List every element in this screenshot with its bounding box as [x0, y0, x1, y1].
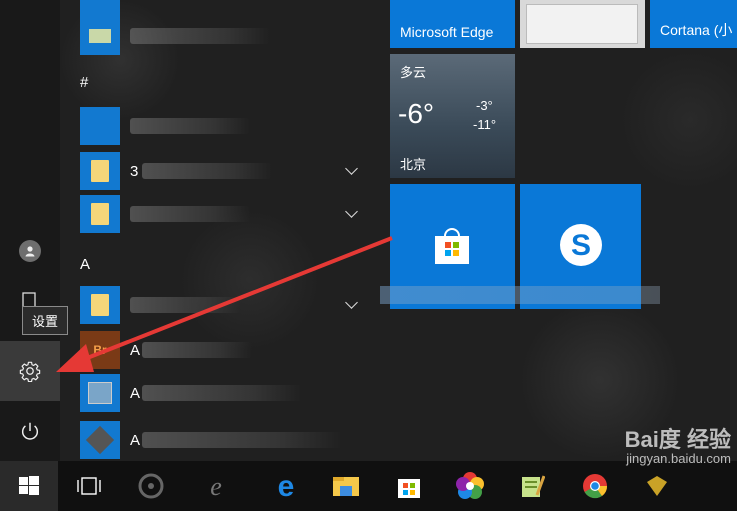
ie-icon: e — [210, 473, 222, 499]
fan-app-icon — [138, 473, 164, 499]
annotation-arrow — [56, 236, 393, 372]
fan-app-button[interactable] — [122, 461, 180, 511]
chrome-icon — [583, 474, 608, 499]
ie-button[interactable]: e — [187, 461, 245, 511]
windows-start-icon — [19, 476, 39, 495]
notepad-plus-button[interactable] — [503, 461, 561, 511]
file-explorer-button[interactable] — [317, 461, 375, 511]
store-icon — [398, 479, 420, 498]
chrome-button[interactable] — [566, 461, 624, 511]
task-view-button[interactable] — [60, 461, 118, 511]
watermark-logo-text: Bai度 经验 — [624, 427, 731, 452]
watermark-url: jingyan.baidu.com — [626, 451, 731, 467]
baidu-jingyan-watermark: Bai度 经验 jingyan.baidu.com — [624, 427, 731, 467]
picasa-icon — [456, 472, 484, 499]
svg-text:e: e — [278, 472, 295, 500]
store-button[interactable] — [380, 461, 438, 511]
file-explorer-icon — [333, 477, 359, 496]
misc-app-button[interactable] — [628, 461, 686, 511]
svg-text:e: e — [210, 473, 222, 499]
picasa-button[interactable] — [441, 461, 499, 511]
taskbar: e e — [0, 461, 737, 511]
misc-app-icon — [647, 476, 667, 496]
edge-icon: e — [278, 472, 295, 500]
edge-button[interactable]: e — [257, 461, 315, 511]
task-view-icon — [77, 477, 101, 495]
notepad-plus-icon — [522, 475, 545, 497]
start-button[interactable] — [0, 461, 58, 511]
